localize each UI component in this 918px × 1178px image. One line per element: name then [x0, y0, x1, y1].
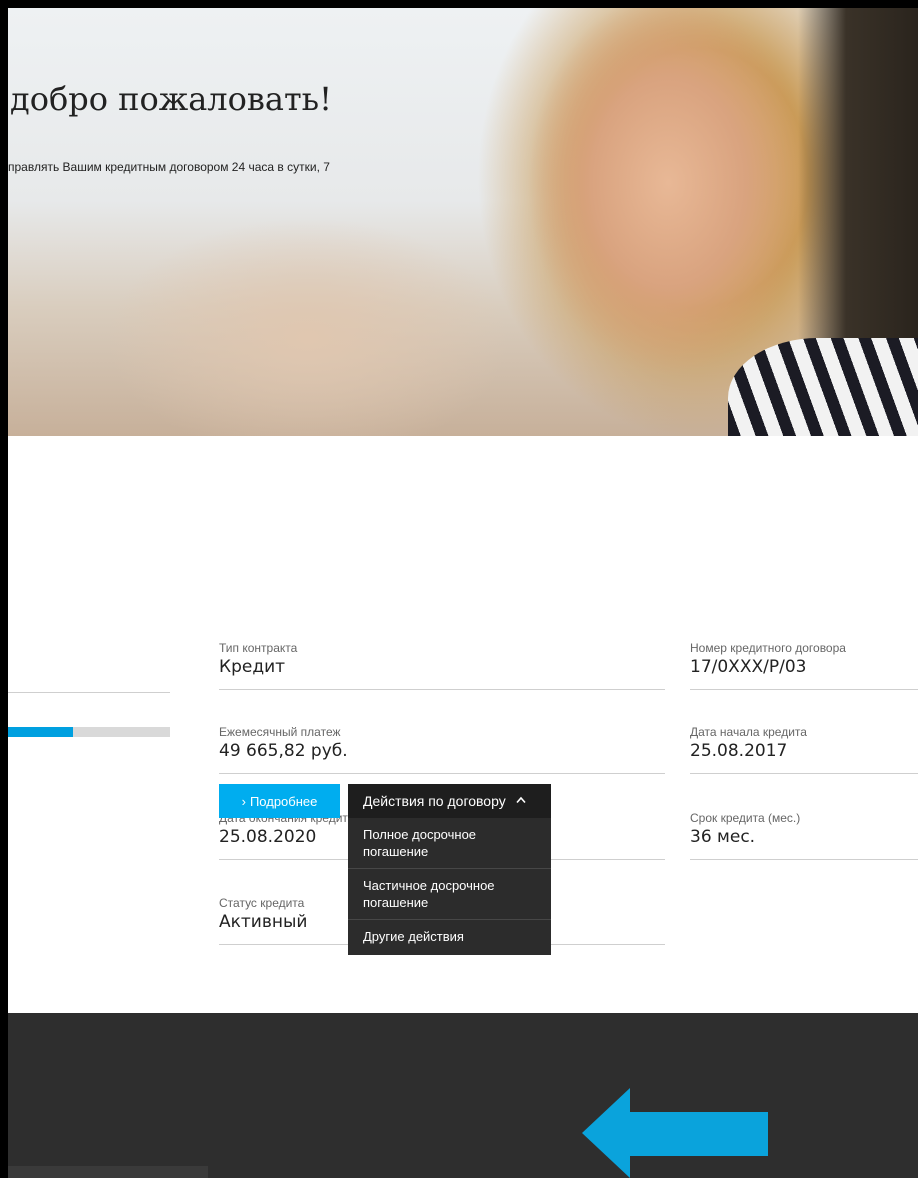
field-divider [690, 689, 918, 690]
field-divider [219, 773, 665, 774]
field-value: 36 мес. [690, 827, 756, 847]
welcome-title: добро пожаловать! [10, 80, 332, 118]
contract-actions-toggle[interactable]: Действия по договору [348, 784, 551, 818]
field-contract-type: Тип контракта Кредит [219, 641, 665, 690]
field-start-date: Дата начала кредита 25.08.2017 [690, 725, 918, 774]
page-footer [8, 1013, 918, 1178]
credit-progress-bar [8, 727, 170, 737]
pointer-arrow-icon [582, 1088, 768, 1178]
field-label: Номер кредитного договора [690, 641, 846, 655]
contract-actions-menu: Полное досрочное погашение Частичное дос… [348, 818, 551, 955]
menu-item-other-actions[interactable]: Другие действия [348, 920, 551, 955]
field-label: Срок кредита (мес.) [690, 811, 801, 825]
field-label: Тип контракта [219, 641, 298, 655]
field-label: Дата начала кредита [690, 725, 807, 739]
credit-progress-fill [8, 727, 73, 737]
chevron-right-icon: › [241, 793, 246, 809]
field-divider [219, 689, 665, 690]
field-monthly-payment: Ежемесячный платеж 49 665,82 руб. [219, 725, 665, 774]
field-label: Ежемесячный платеж [219, 725, 341, 739]
footer-strip [8, 1166, 208, 1178]
menu-item-partial-repayment[interactable]: Частичное досрочное погашение [348, 869, 551, 920]
contract-actions-dropdown: Действия по договору Полное досрочное по… [348, 784, 551, 955]
field-divider [690, 773, 918, 774]
field-contract-number: Номер кредитного договора 17/0XXX/P/03 [690, 641, 918, 690]
field-value: 17/0XXX/P/03 [690, 657, 807, 677]
hero-striped-shirt [728, 338, 918, 436]
field-value: 49 665,82 руб. [219, 741, 348, 761]
field-divider [690, 859, 918, 860]
field-value: Кредит [219, 657, 286, 677]
welcome-subtitle: правлять Вашим кредитным договором 24 ча… [8, 160, 330, 174]
chevron-up-icon [516, 796, 526, 806]
field-value: 25.08.2017 [690, 741, 788, 761]
left-divider [8, 692, 170, 693]
menu-item-full-repayment[interactable]: Полное досрочное погашение [348, 818, 551, 869]
details-button[interactable]: › Подробнее [219, 784, 340, 818]
page-frame: добро пожаловать! правлять Вашим кредитн… [8, 8, 918, 1178]
field-term: Срок кредита (мес.) 36 мес. [690, 811, 918, 860]
details-button-label: Подробнее [249, 793, 318, 809]
contract-actions-label: Действия по договору [363, 793, 506, 809]
hero-banner: добро пожаловать! правлять Вашим кредитн… [8, 8, 918, 436]
